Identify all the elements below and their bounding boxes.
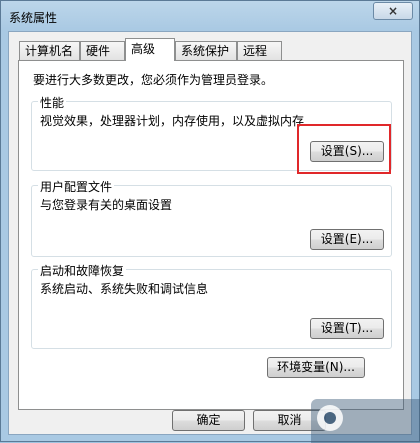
- startup-recovery-settings-button[interactable]: 设置(T)...: [310, 318, 384, 339]
- startup-recovery-description: 系统启动、系统失败和调试信息: [40, 282, 209, 296]
- watermark-logo: [311, 399, 420, 443]
- dialog-client: 计算机名 硬件 高级 系统保护 远程 要进行大多数更改，您必须作为管理员登录。 …: [8, 31, 412, 435]
- watermark-text: [347, 409, 417, 427]
- title-bar[interactable]: 系统属性 ×: [1, 1, 419, 31]
- tab-hardware[interactable]: 硬件: [80, 41, 125, 60]
- performance-title: 性能: [38, 94, 67, 111]
- window-title: 系统属性: [9, 11, 58, 25]
- watermark-icon: [317, 405, 343, 431]
- highlight-box: [297, 124, 391, 174]
- close-icon: ×: [387, 4, 399, 18]
- user-profiles-settings-button[interactable]: 设置(E)...: [310, 229, 384, 250]
- user-profiles-group: 用户配置文件 与您登录有关的桌面设置 设置(E)...: [31, 178, 392, 257]
- tab-advanced[interactable]: 高级: [125, 38, 175, 61]
- startup-recovery-group: 启动和故障恢复 系统启动、系统失败和调试信息 设置(T)...: [31, 262, 392, 349]
- tab-remote[interactable]: 远程: [237, 41, 282, 60]
- advanced-panel: 要进行大多数更改，您必须作为管理员登录。 性能 视觉效果，处理器计划，内存使用，…: [18, 60, 404, 410]
- system-properties-window: 系统属性 × 计算机名 硬件 高级 系统保护 远程 要进行大多数更改，您必须作为…: [0, 0, 420, 443]
- admin-note: 要进行大多数更改，您必须作为管理员登录。: [33, 73, 274, 87]
- performance-description: 视觉效果，处理器计划，内存使用，以及虚拟内存: [40, 114, 305, 128]
- tab-system-protection[interactable]: 系统保护: [175, 41, 237, 60]
- user-profiles-title: 用户配置文件: [38, 178, 115, 195]
- tab-computer-name[interactable]: 计算机名: [19, 41, 80, 60]
- close-button[interactable]: ×: [373, 2, 413, 20]
- environment-variables-button[interactable]: 环境变量(N)...: [267, 357, 365, 378]
- ok-button[interactable]: 确定: [172, 410, 245, 431]
- startup-recovery-title: 启动和故障恢复: [38, 262, 127, 279]
- user-profiles-description: 与您登录有关的桌面设置: [40, 198, 173, 212]
